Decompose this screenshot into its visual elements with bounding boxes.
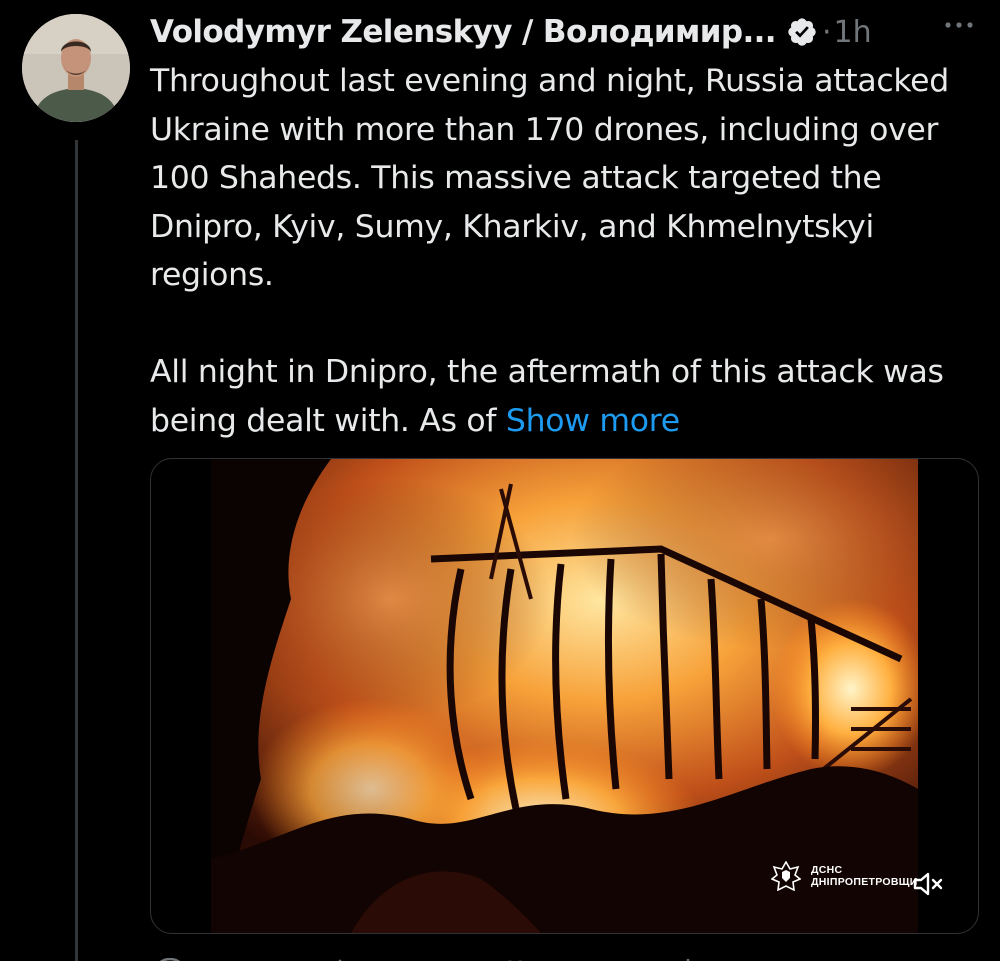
tweet-paragraph-2: All night in Dnipro, the aftermath of th…	[150, 348, 980, 445]
separator-dot: ·	[821, 14, 832, 50]
thread-line	[75, 140, 78, 961]
avatar-portrait-icon	[22, 14, 130, 122]
author-name[interactable]: Volodymyr Zelenskyy / Володимир...	[150, 14, 777, 50]
tweet-text: Throughout last evening and night, Russi…	[150, 57, 980, 445]
dsns-emblem-icon	[771, 861, 801, 891]
watermark-line-2: ДНІПРОПЕТРОВЩИНИ	[811, 876, 918, 888]
show-more-link[interactable]: Show more	[506, 403, 680, 439]
action-bar	[150, 952, 980, 961]
more-options-icon[interactable]	[942, 10, 976, 40]
watermark-line-1: ДСНС	[811, 864, 843, 876]
tweet-timestamp[interactable]: 1h	[834, 15, 872, 50]
volume-muted-icon[interactable]	[911, 869, 945, 899]
media-card[interactable]: ДСНС ДНІПРОПЕТРОВЩИНИ	[150, 458, 979, 934]
tweet[interactable]: Volodymyr Zelenskyy / Володимир... · 1h …	[0, 0, 1000, 961]
tweet-header: Volodymyr Zelenskyy / Володимир... · 1h	[150, 8, 980, 56]
verified-badge-icon	[786, 16, 818, 48]
tweet-paragraph-1: Throughout last evening and night, Russi…	[150, 63, 949, 293]
media-watermark: ДСНС ДНІПРОПЕТРОВЩИНИ	[771, 861, 918, 891]
media-video[interactable]: ДСНС ДНІПРОПЕТРОВЩИНИ	[211, 459, 918, 933]
author-avatar[interactable]	[22, 14, 130, 122]
